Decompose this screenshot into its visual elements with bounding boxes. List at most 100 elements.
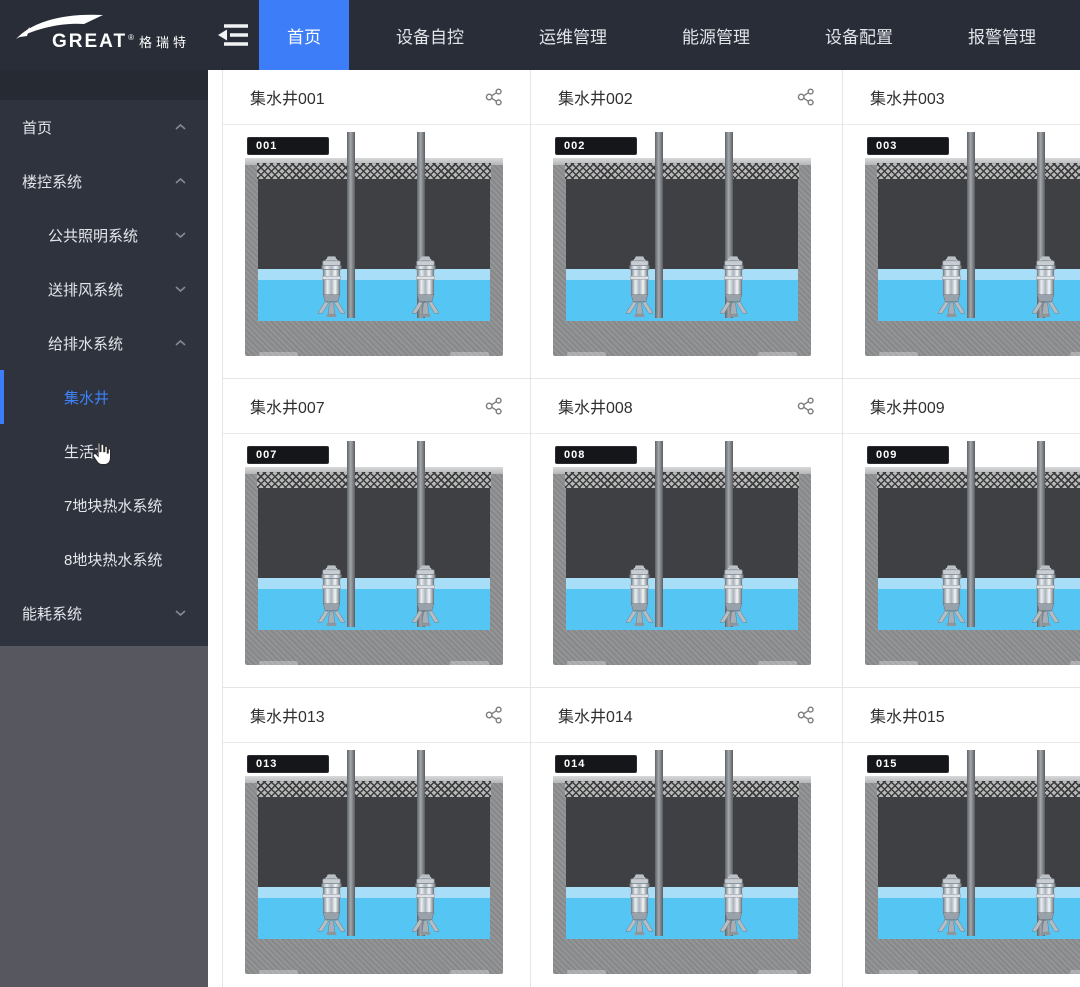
well-tag: 009 [867,446,949,464]
share-button[interactable] [796,87,816,107]
share-button[interactable] [484,705,504,725]
sidebar-item-water-supply-drainage[interactable]: 给排水系统 [0,316,208,370]
card-header: 集水井007 [223,379,530,434]
card-title: 集水井001 [223,85,325,109]
pipe-icon [655,441,663,627]
nav-tab-alarm-management[interactable]: 报警管理 [940,0,1064,70]
card-header: 集水井001 [223,70,530,125]
sidebar-item-ventilation[interactable]: 送排风系统 [0,262,208,316]
well-card: 集水井003 [843,70,1080,379]
sidebar-item-label: 首页 [22,117,52,138]
sidebar-item-label: 7地块热水系统 [64,495,162,516]
well-structure: 1#泵 2#泵 [245,776,503,974]
pipe-icon [347,750,355,936]
pump2-label: 2#泵 [1070,661,1080,682]
card-body: 003 1#泵 2#泵 [843,125,1080,378]
pump1-label: 1#泵 [567,661,606,682]
nav-tab-energy-management[interactable]: 能源管理 [654,0,778,70]
sidebar-item-sump-well[interactable]: 集水井 [0,370,208,424]
well-grate [257,472,491,488]
sidebar-item-building-control[interactable]: 楼控系统 [0,154,208,208]
well-grate [565,781,799,797]
share-button[interactable] [484,87,504,107]
well-card: 集水井014 [531,688,843,987]
card-body: 001 1#泵 2#泵 [223,125,530,378]
pump2-label: 2#泵 [450,661,489,682]
top-nav-tabs: 首页 设备自控 运维管理 能源管理 设备配置 报警管理 [259,0,1080,70]
sidebar-collapse-button[interactable] [205,0,259,70]
well-grate [565,472,799,488]
well-diagram: 007 1#泵 2#泵 [245,441,503,665]
well-pit [258,488,490,630]
nav-tab-device-config[interactable]: 设备配置 [797,0,921,70]
well-card: 集水井015 [843,688,1080,987]
pump1-icon [315,254,348,320]
nav-tab-operations-management[interactable]: 运维管理 [511,0,635,70]
sidebar-item-public-lighting[interactable]: 公共照明系统 [0,208,208,262]
water-level [566,887,798,939]
pump1-icon [623,872,656,938]
pump2-icon [1029,563,1062,629]
water-surface [566,887,798,898]
pump1-label: 1#泵 [567,352,606,373]
pump2-label: 2#泵 [1070,352,1080,373]
well-diagram: 003 1#泵 2#泵 [865,132,1080,356]
card-title: 集水井013 [223,703,325,727]
top-nav-bar: GREAT ® 格瑞特 首页 设备自控 运维管理 能源管理 设备配置 报警管理 [0,0,1080,70]
nav-tab-device-auto-control[interactable]: 设备自控 [368,0,492,70]
card-body: 002 1#泵 2#泵 [531,125,842,378]
well-tag: 014 [555,755,637,773]
pipe-icon [347,132,355,318]
sidebar-item-home[interactable]: 首页 [0,100,208,154]
sidebar-item-label: 生活水 [64,441,109,462]
well-diagram: 013 1#泵 2#泵 [245,750,503,974]
pump1-icon [623,563,656,629]
well-card: 集水井009 [843,379,1080,688]
pump2-icon [717,872,750,938]
share-icon [796,396,816,416]
pipe-icon [967,441,975,627]
well-pit [258,179,490,321]
well-tag: 007 [247,446,329,464]
share-button[interactable] [796,705,816,725]
well-pit [258,797,490,939]
menu-fold-icon [214,20,250,50]
well-card: 集水井002 [531,70,843,379]
pump1-icon [935,872,968,938]
sidebar-item-label: 送排风系统 [48,279,123,300]
sidebar-item-energy-consumption[interactable]: 能耗系统 [0,586,208,640]
share-button[interactable] [796,396,816,416]
card-header: 集水井002 [531,70,842,125]
share-button[interactable] [484,396,504,416]
well-tag: 003 [867,137,949,155]
well-card: 集水井007 [223,379,531,688]
well-grate [257,163,491,179]
brand-name: GREAT [52,31,127,53]
well-diagram: 015 1#泵 2#泵 [865,750,1080,974]
brand-registered-mark: ® [128,33,134,42]
well-card: 集水井001 [223,70,531,379]
main-content: 集水井001 [208,70,1080,987]
sidebar-menu: 首页 楼控系统 公共照明系统 送排风系统 给排水系统 集水井 生活水 7地块热水… [0,70,208,646]
pump1-label: 1#泵 [259,352,298,373]
well-diagram: 001 1#泵 2#泵 [245,132,503,356]
sidebar-item-plot7-hot-water[interactable]: 7地块热水系统 [0,478,208,532]
pump1-label: 1#泵 [879,970,918,987]
water-level [258,578,490,630]
chevron-up-icon [175,340,186,347]
sidebar-item-label: 8地块热水系统 [64,549,162,570]
water-level [258,887,490,939]
sidebar-item-domestic-water[interactable]: 生活水 [0,424,208,478]
brand-name-chinese: 格瑞特 [139,32,190,51]
sidebar-item-label: 能耗系统 [22,603,82,624]
pump1-label: 1#泵 [567,970,606,987]
sidebar-item-plot8-hot-water[interactable]: 8地块热水系统 [0,532,208,586]
share-icon [484,705,504,725]
pump1-label: 1#泵 [259,661,298,682]
nav-tab-home[interactable]: 首页 [259,0,349,70]
well-grate [257,781,491,797]
sidebar: 首页 楼控系统 公共照明系统 送排风系统 给排水系统 集水井 生活水 7地块热水… [0,70,208,987]
pipe-icon [655,132,663,318]
well-structure: 1#泵 2#泵 [553,776,811,974]
card-header: 集水井008 [531,379,842,434]
